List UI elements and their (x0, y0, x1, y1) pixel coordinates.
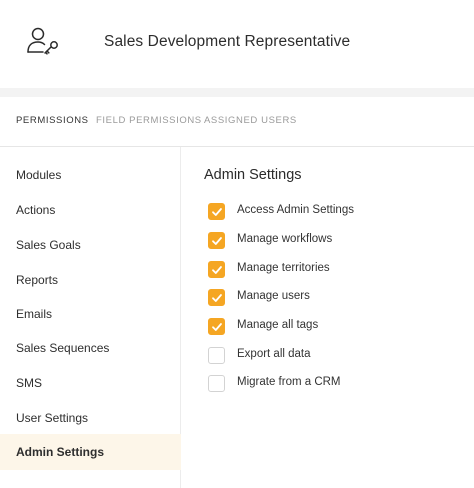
checkbox[interactable] (208, 203, 225, 220)
checkbox[interactable] (208, 347, 225, 364)
checkbox[interactable] (208, 232, 225, 249)
checkbox[interactable] (208, 261, 225, 278)
page-title: Sales Development Representative (104, 33, 351, 50)
option-migrate-from-crm[interactable]: Migrate from a CRM (208, 373, 448, 393)
tab-field-permissions[interactable]: Field Permissions (96, 115, 202, 126)
sidebar-item-sales-sequences[interactable]: Sales Sequences (0, 330, 181, 366)
page-header: Sales Development Representative (0, 0, 474, 88)
sidebar-item-reports[interactable]: Reports (0, 262, 181, 298)
sidebar-item-admin-settings[interactable]: Admin Settings (0, 434, 181, 470)
option-label: Manage all tags (237, 319, 319, 331)
option-manage-territories[interactable]: Manage territories (208, 259, 448, 279)
sidebar-item-emails[interactable]: Emails (0, 296, 181, 332)
option-label: Manage workflows (237, 233, 333, 245)
header-divider (0, 88, 474, 97)
checkmark-icon (212, 323, 222, 331)
section-title: Admin Settings (204, 167, 302, 183)
permissions-sidebar: Modules Actions Sales Goals Reports Emai… (0, 147, 181, 488)
checkmark-icon (212, 237, 222, 245)
tab-permissions[interactable]: Permissions (16, 115, 89, 126)
tab-assigned-users[interactable]: Assigned Users (204, 115, 297, 126)
sidebar-item-actions[interactable]: Actions (0, 192, 181, 228)
option-manage-all-tags[interactable]: Manage all tags (208, 316, 448, 336)
option-label: Manage territories (237, 262, 330, 274)
option-label: Migrate from a CRM (237, 376, 341, 388)
user-key-icon (26, 26, 60, 56)
checkmark-icon (212, 208, 222, 216)
checkbox[interactable] (208, 318, 225, 335)
admin-settings-panel: Admin Settings Access Admin Settings Man… (182, 147, 474, 488)
checkmark-icon (212, 266, 222, 274)
option-label: Export all data (237, 348, 311, 360)
checkbox[interactable] (208, 289, 225, 306)
option-manage-users[interactable]: Manage users (208, 287, 448, 307)
option-export-all-data[interactable]: Export all data (208, 345, 448, 365)
sidebar-item-sms[interactable]: SMS (0, 365, 181, 401)
checkmark-icon (212, 294, 222, 302)
option-label: Manage users (237, 290, 310, 302)
sidebar-item-modules[interactable]: Modules (0, 157, 181, 193)
checkbox[interactable] (208, 375, 225, 392)
sidebar-item-sales-goals[interactable]: Sales Goals (0, 227, 181, 263)
option-manage-workflows[interactable]: Manage workflows (208, 230, 448, 250)
option-label: Access Admin Settings (237, 204, 354, 216)
tab-bar: Permissions Field Permissions Assigned U… (0, 97, 474, 147)
sidebar-item-user-settings[interactable]: User Settings (0, 400, 181, 436)
option-access-admin-settings[interactable]: Access Admin Settings (208, 201, 448, 221)
